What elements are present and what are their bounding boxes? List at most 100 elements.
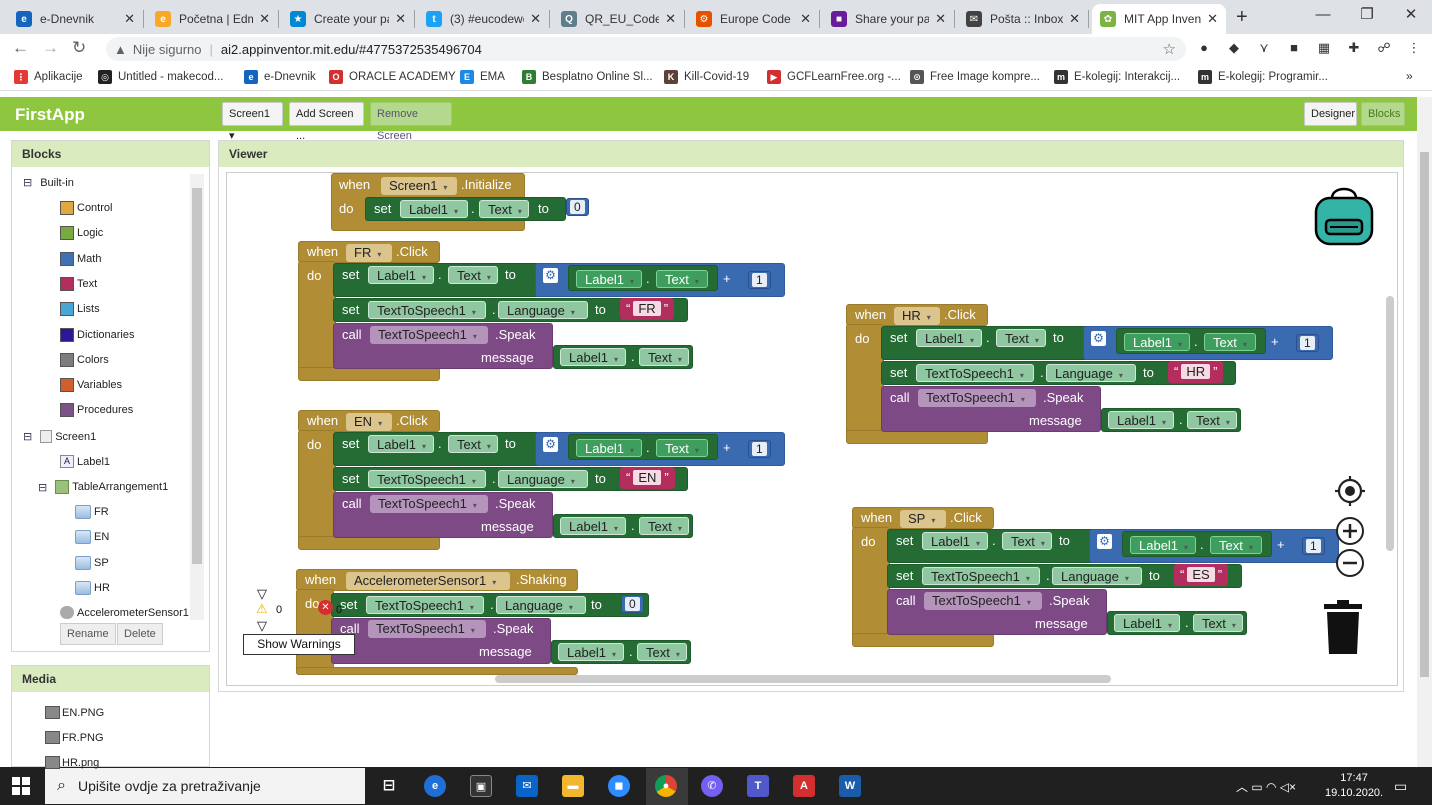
browser-tab[interactable]: ★ Create your pa ✕ [282, 4, 414, 34]
rename-button[interactable]: Rename [60, 623, 116, 645]
warning-down-arrow-icon[interactable]: ▽ [257, 618, 267, 634]
language-prop-field-dropdown-icon[interactable]: ▾ [571, 308, 575, 317]
language-string[interactable]: “EN” [620, 467, 675, 489]
extension-bird-icon[interactable]: ⋎ [1256, 40, 1272, 56]
accel-component-field-dropdown-icon[interactable]: ▾ [492, 578, 496, 587]
getter-text-field-dropdown-icon[interactable]: ▾ [1249, 543, 1253, 552]
text-prop-field[interactable]: Text ▾ [996, 329, 1046, 347]
blocks-workspace[interactable]: when Screen1 ▾ .Initialize do set Label1 ▾. Text… [226, 172, 1398, 686]
shake-number[interactable]: 0 [621, 595, 644, 613]
language-prop-field[interactable]: Language ▾ [498, 470, 588, 488]
speak-tts-field[interactable]: TextToSpeech1 ▾ [370, 495, 488, 513]
tray-icons[interactable]: ︿ ▭ ◠ ◁× [1236, 778, 1296, 795]
mutator-gear-icon[interactable]: ⚙ [1097, 534, 1112, 549]
media-file[interactable]: HR.png [45, 756, 99, 769]
show-warnings-button[interactable]: Show Warnings [243, 634, 355, 655]
browser-tab[interactable]: t (3) #eucodewe ✕ [418, 4, 549, 34]
message-label-field-dropdown-icon[interactable]: ▾ [1168, 621, 1172, 630]
getter-text-field-dropdown-icon[interactable]: ▾ [695, 446, 699, 455]
extension-diamond-icon[interactable]: ◆ [1226, 40, 1242, 56]
tab-close-icon[interactable]: ✕ [1069, 11, 1080, 27]
zoom-in-icon[interactable] [1335, 516, 1365, 546]
explorer-icon[interactable]: ▬ [562, 775, 584, 797]
tab-close-icon[interactable]: ✕ [800, 11, 811, 27]
getter-text-field[interactable]: Text ▾ [1210, 536, 1262, 554]
text-prop-field-dropdown-icon[interactable]: ▾ [1035, 336, 1039, 345]
browser-tab[interactable]: e Početna | Edmo ✕ [147, 4, 278, 34]
number-one[interactable]: 1 [748, 440, 771, 458]
viber-icon[interactable]: ✆ [701, 775, 723, 797]
button-select-field[interactable]: HR ▾ [894, 307, 940, 325]
message-text-field-dropdown-icon[interactable]: ▾ [1226, 418, 1230, 427]
tab-close-icon[interactable]: ✕ [395, 11, 406, 27]
builtin-drawer-procedures[interactable]: Procedures [60, 403, 133, 418]
back-icon[interactable]: ← [12, 38, 29, 58]
store-icon[interactable]: ▣ [470, 775, 492, 797]
close-window-icon[interactable]: ✕ [1388, 4, 1432, 28]
task-view-icon[interactable]: ⊟ [378, 775, 400, 797]
getter-label-field[interactable]: Label1 ▾ [1124, 333, 1190, 351]
builtin-drawer-lists[interactable]: Lists [60, 302, 100, 317]
builtin-drawer-variables[interactable]: Variables [60, 378, 122, 393]
builtin-drawer-colors[interactable]: Colors [60, 352, 109, 367]
tab-close-icon[interactable]: ✕ [124, 11, 135, 27]
zoom-out-icon[interactable] [1335, 548, 1365, 578]
extension-square-icon[interactable]: ■ [1286, 40, 1302, 56]
click-handler-foot[interactable] [846, 430, 988, 444]
accel-component-field[interactable]: AccelerometerSensor1 ▾ [346, 572, 510, 590]
media-file[interactable]: FR.PNG [45, 731, 104, 744]
label-field-dropdown-icon[interactable]: ▾ [970, 336, 974, 345]
tts-field[interactable]: TextToSpeech1 ▾ [916, 364, 1034, 382]
tab-close-icon[interactable]: ✕ [1207, 11, 1218, 27]
init-number[interactable]: 0 [566, 198, 589, 216]
bookmark-item[interactable]: m E-kolegij: Interakcij... [1054, 70, 1180, 84]
extension-circle-icon[interactable]: ● [1196, 40, 1212, 56]
shake-speak-tts-field[interactable]: TextToSpeech1 ▾ [368, 620, 486, 638]
new-tab-icon[interactable]: + [1236, 6, 1248, 29]
screen-select[interactable]: Screen1 ▾ [222, 102, 283, 142]
blocks-scrollbar[interactable] [190, 174, 204, 620]
message-label-field-dropdown-icon[interactable]: ▾ [1162, 418, 1166, 427]
mutator-gear-icon[interactable]: ⚙ [1091, 331, 1106, 346]
init-prop-field-dropdown-icon[interactable]: ▾ [518, 207, 522, 216]
click-handler-foot[interactable] [852, 633, 994, 647]
bookmark-item[interactable]: O ORACLE ACADEMY [329, 70, 456, 84]
language-string[interactable]: “HR” [1168, 361, 1224, 383]
text-prop-field-dropdown-icon[interactable]: ▾ [487, 442, 491, 451]
label-field-dropdown-icon[interactable]: ▾ [422, 273, 426, 282]
bookmark-item[interactable]: ▶ GCFLearnFree.org -... [767, 70, 901, 84]
message-label-field[interactable]: Label1 ▾ [560, 348, 626, 366]
remove-screen-button[interactable]: Remove Screen [370, 102, 452, 142]
message-text-field-dropdown-icon[interactable]: ▾ [678, 355, 682, 364]
bookmark-item[interactable]: ⋮ Aplikacije [14, 70, 83, 84]
shake-message-label-field-dropdown-icon[interactable]: ▾ [612, 650, 616, 659]
getter-text-field[interactable]: Text ▾ [656, 270, 708, 288]
screen-tree[interactable]: ⊟ Screen1 [23, 430, 96, 443]
builtin-drawer-math[interactable]: Math [60, 251, 101, 266]
browser-tab[interactable]: ✉ Pošta :: Inbox ✕ [958, 4, 1088, 34]
speak-tts-field-dropdown-icon[interactable]: ▾ [1021, 395, 1025, 404]
accelerometer-tree-item[interactable]: AccelerometerSensor1 [60, 606, 189, 619]
builtin-tree[interactable]: ⊟ Built-in [23, 176, 74, 190]
language-prop-field-dropdown-icon[interactable]: ▾ [1125, 574, 1129, 583]
getter-text-field[interactable]: Text ▾ [1204, 333, 1256, 351]
init-component-field[interactable]: Screen1 ▾ [381, 177, 457, 195]
getter-label-field-dropdown-icon[interactable]: ▾ [630, 277, 634, 286]
browser-tab[interactable]: ✿ MIT App Invent ✕ [1092, 4, 1226, 34]
profile-icon[interactable]: ☍ [1376, 40, 1392, 56]
init-prop-field[interactable]: Text ▾ [479, 200, 529, 218]
speak-tts-field-dropdown-icon[interactable]: ▾ [473, 501, 477, 510]
windows-start-icon[interactable] [12, 777, 30, 795]
getter-text-field-dropdown-icon[interactable]: ▾ [1243, 340, 1247, 349]
shake-language-field[interactable]: Language ▾ [496, 596, 586, 614]
label-field[interactable]: Label1 ▾ [916, 329, 982, 347]
speak-tts-field-dropdown-icon[interactable]: ▾ [1027, 598, 1031, 607]
label1-tree-item[interactable]: A Label1 [60, 455, 110, 468]
chrome-icon[interactable]: ● [655, 775, 677, 797]
button-tree-item[interactable]: SP [75, 555, 109, 570]
message-text-field[interactable]: Text ▾ [639, 517, 689, 535]
click-handler-foot[interactable] [298, 536, 440, 550]
backpack-icon[interactable] [1312, 184, 1376, 248]
number-one[interactable]: 1 [1296, 334, 1319, 352]
message-text-field-dropdown-icon[interactable]: ▾ [1232, 621, 1236, 630]
